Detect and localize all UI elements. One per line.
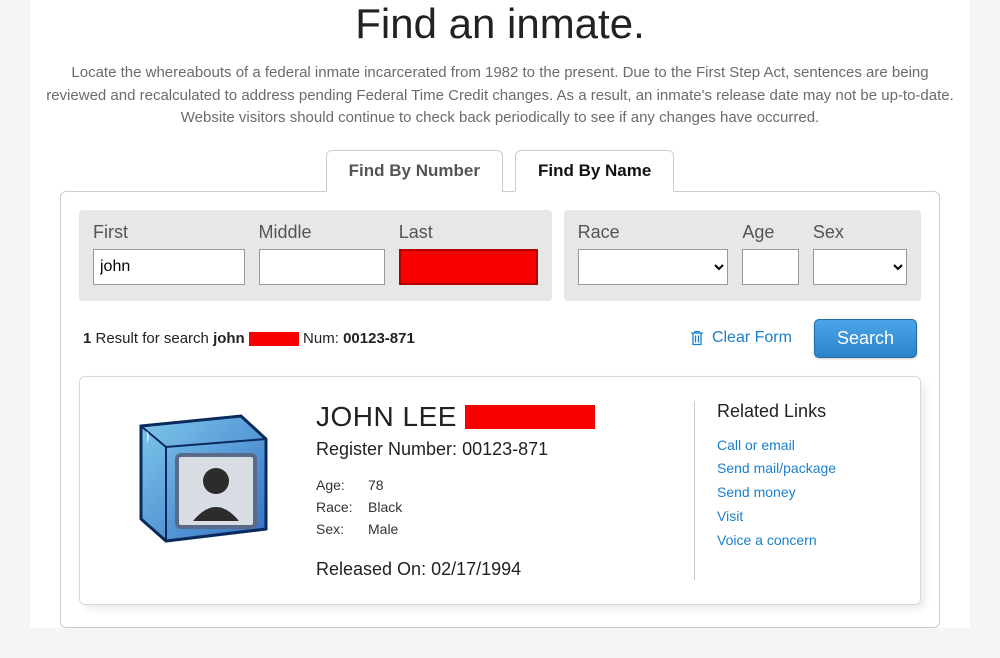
last-label: Last bbox=[399, 222, 538, 243]
intro-text: Locate the whereabouts of a federal inma… bbox=[30, 62, 970, 130]
link-visit[interactable]: Visit bbox=[717, 505, 894, 529]
attr-age-label: Age: bbox=[316, 474, 368, 496]
link-send-mail[interactable]: Send mail/package bbox=[717, 457, 894, 481]
register-value: 00123-871 bbox=[462, 439, 548, 459]
link-call-email[interactable]: Call or email bbox=[717, 434, 894, 458]
last-input[interactable] bbox=[399, 249, 538, 285]
attr-sex-label: Sex: bbox=[316, 518, 368, 540]
related-links-title: Related Links bbox=[717, 401, 894, 422]
results-prefix: Result for search bbox=[91, 330, 213, 347]
tab-find-by-name[interactable]: Find By Name bbox=[515, 150, 674, 192]
register-number: Register Number: 00123-871 bbox=[316, 439, 664, 460]
tabs: Find By Number Find By Name bbox=[30, 150, 970, 191]
name-field-group: First Middle Last bbox=[79, 210, 552, 301]
link-send-money[interactable]: Send money bbox=[717, 481, 894, 505]
attr-age-value: 78 bbox=[368, 474, 384, 496]
search-button[interactable]: Search bbox=[814, 319, 917, 358]
redacted-surname bbox=[465, 405, 595, 429]
results-num: 00123-871 bbox=[343, 330, 415, 347]
clear-form-label: Clear Form bbox=[712, 329, 792, 347]
redacted-lastname bbox=[249, 332, 299, 346]
link-voice-concern[interactable]: Voice a concern bbox=[717, 529, 894, 553]
released-label: Released On: bbox=[316, 559, 431, 579]
results-num-label: Num: bbox=[299, 330, 343, 347]
middle-label: Middle bbox=[259, 222, 385, 243]
released-on: Released On: 02/17/1994 bbox=[316, 559, 664, 580]
sex-label: Sex bbox=[813, 222, 907, 243]
inmate-photo-placeholder-icon bbox=[111, 401, 281, 551]
released-date: 02/17/1994 bbox=[431, 559, 521, 579]
results-query-first: john bbox=[213, 330, 245, 347]
attr-race-label: Race: bbox=[316, 496, 368, 518]
attr-sex-value: Male bbox=[368, 518, 398, 540]
age-input[interactable] bbox=[742, 249, 799, 285]
demographic-field-group: Race Age Sex bbox=[564, 210, 921, 301]
result-card: JOHN LEE Register Number: 00123-871 Age:… bbox=[79, 376, 921, 605]
page-title: Find an inmate. bbox=[30, 0, 970, 48]
inmate-name-shown: JOHN LEE bbox=[316, 401, 457, 433]
clear-form-link[interactable]: Clear Form bbox=[690, 329, 792, 347]
trash-icon bbox=[690, 330, 704, 346]
results-summary: 1 Result for search john Num: 00123-871 bbox=[83, 330, 415, 347]
first-label: First bbox=[93, 222, 245, 243]
attr-race-value: Black bbox=[368, 496, 402, 518]
search-panel: First Middle Last Race Age bbox=[60, 191, 940, 628]
tab-find-by-number[interactable]: Find By Number bbox=[326, 150, 503, 192]
inmate-name: JOHN LEE bbox=[316, 401, 664, 433]
middle-input[interactable] bbox=[259, 249, 385, 285]
race-label: Race bbox=[578, 222, 729, 243]
first-input[interactable] bbox=[93, 249, 245, 285]
sex-select[interactable] bbox=[813, 249, 907, 285]
register-label: Register Number: bbox=[316, 439, 462, 459]
age-label: Age bbox=[742, 222, 799, 243]
race-select[interactable] bbox=[578, 249, 729, 285]
